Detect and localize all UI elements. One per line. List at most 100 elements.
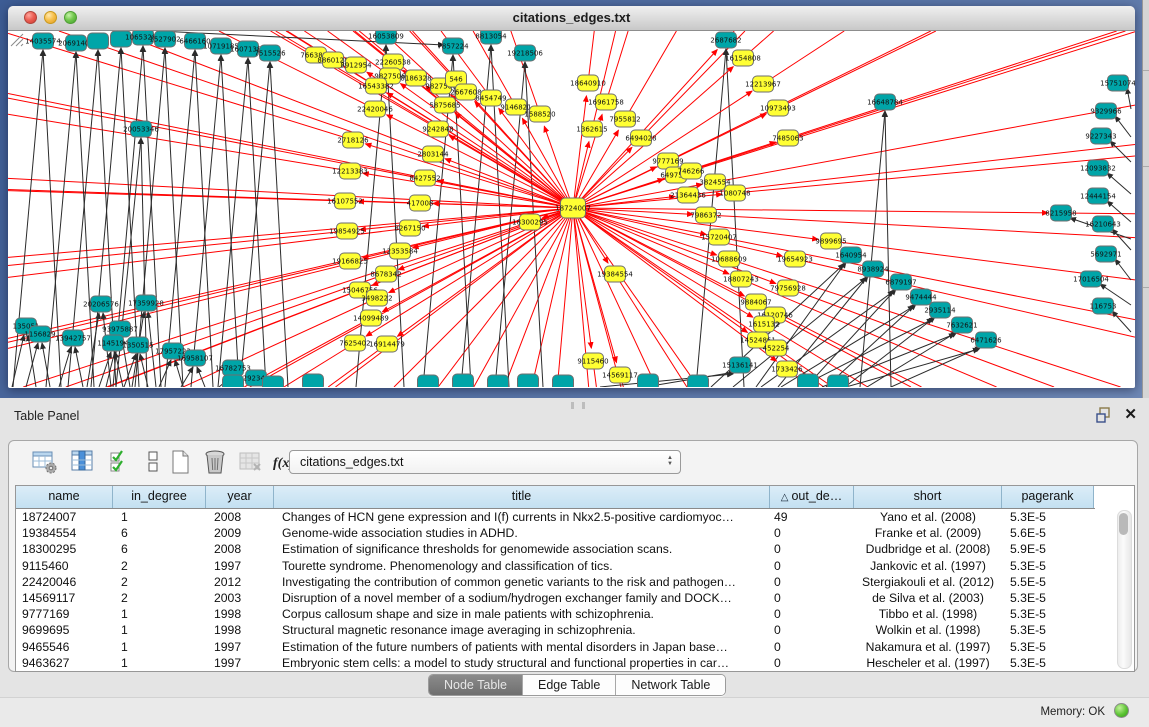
graph-node[interactable]: 8267150 (394, 220, 425, 236)
tab-node-table[interactable]: Node Table (429, 675, 522, 695)
graph-node[interactable] (688, 375, 709, 387)
table-row[interactable]: 2242004622012Investigating the contribut… (16, 574, 1134, 590)
graph-node[interactable]: 2718126 (337, 132, 369, 148)
minimize-window-button[interactable] (44, 11, 57, 24)
graph-node[interactable]: 9115460 (577, 353, 608, 369)
table-mode-icon[interactable] (31, 449, 59, 475)
float-panel-icon[interactable] (1096, 407, 1112, 423)
graph-node[interactable]: 12213967 (745, 76, 781, 92)
graph-node[interactable]: 452254 (763, 340, 790, 356)
graph-node[interactable]: 2687682 (710, 32, 741, 48)
citation-network-graph[interactable]: 1872400776638228860128891295422260538982… (8, 31, 1135, 387)
graph-node[interactable]: 7632621 (946, 317, 977, 333)
graph-node[interactable] (418, 375, 439, 387)
memory-status-indicator[interactable] (1114, 703, 1129, 718)
graph-node[interactable]: 19854925 (329, 223, 365, 239)
table-row[interactable]: 946362711997Embryonic stem cells: a mode… (16, 655, 1134, 671)
graph-node[interactable] (223, 375, 244, 387)
graph-node[interactable] (263, 376, 284, 387)
graph-node[interactable]: 14099489 (353, 310, 389, 326)
graph-node[interactable] (828, 375, 849, 387)
graph-node[interactable]: 17016504 (1073, 271, 1109, 287)
column-header-short[interactable]: short (854, 486, 1002, 508)
column-header-in_degree[interactable]: in_degree (113, 486, 206, 508)
table-row[interactable]: 969969511998Structural magnetic resonanc… (16, 622, 1134, 638)
graph-hub-node[interactable]: 18724007 (555, 198, 591, 218)
graph-node[interactable]: 1362615 (576, 121, 607, 137)
table-row[interactable]: 1938455462009Genome-wide association stu… (16, 525, 1134, 541)
table-row[interactable]: 977716911998Corpus callosum shape and si… (16, 606, 1134, 622)
graph-node[interactable] (798, 374, 819, 387)
graph-node[interactable]: 6879197 (885, 274, 916, 290)
graph-node[interactable]: 6494028 (625, 130, 656, 146)
graph-node[interactable]: 5692971 (1090, 246, 1121, 262)
tab-edge-table[interactable]: Edge Table (522, 675, 615, 695)
table-row[interactable]: 911546021997Tourette syndrome. Phenomeno… (16, 558, 1134, 574)
graph-node[interactable] (88, 33, 109, 49)
graph-node[interactable]: 7625402 (339, 335, 370, 351)
graph-node[interactable] (638, 374, 659, 387)
graph-node[interactable]: 9329966 (1090, 103, 1122, 119)
graph-node[interactable]: 16961758 (588, 94, 624, 110)
graph-node[interactable]: 15751074 (1100, 75, 1135, 91)
column-header-name[interactable]: name (16, 486, 113, 508)
close-panel-icon[interactable]: ✕ (1124, 407, 1137, 423)
graph-node[interactable]: 15720407 (701, 229, 737, 245)
tab-network-table[interactable]: Network Table (615, 675, 725, 695)
graph-node[interactable]: 19384554 (597, 266, 633, 282)
delete-table-icon[interactable] (237, 449, 265, 475)
resize-grip[interactable] (8, 31, 24, 47)
network-window-titlebar[interactable]: citations_edges.txt (8, 6, 1135, 31)
graph-node[interactable]: 8678342 (370, 266, 401, 282)
graph-node[interactable]: 13942757 (55, 330, 91, 346)
graph-node[interactable]: 16154808 (725, 50, 761, 66)
graph-node[interactable]: 417008 (407, 195, 434, 211)
scrollbar-thumb[interactable] (1119, 513, 1128, 535)
close-window-button[interactable] (24, 11, 37, 24)
graph-node[interactable]: 14569117 (602, 367, 638, 383)
network-canvas[interactable]: 1872400776638228860128891295422260538982… (8, 31, 1135, 387)
table-selector-dropdown[interactable]: citations_edges.txt ▲▼ (289, 450, 681, 474)
show-columns-icon[interactable] (69, 449, 97, 475)
graph-node[interactable]: 9227343 (1085, 128, 1116, 144)
table-row[interactable]: 1456911722003Disruption of a novel membe… (16, 590, 1134, 606)
zoom-window-button[interactable] (64, 11, 77, 24)
graph-node[interactable]: 746266 (678, 163, 705, 179)
graph-node[interactable]: 9899695 (815, 233, 846, 249)
graph-node[interactable]: 8427552 (409, 170, 440, 186)
graph-node[interactable]: 16210643 (1085, 216, 1121, 232)
table-scrollbar[interactable] (1117, 510, 1132, 669)
graph-node[interactable] (518, 374, 539, 387)
graph-node[interactable]: 19218506 (507, 45, 543, 61)
graph-node[interactable] (488, 375, 509, 387)
splitter-handle[interactable] (571, 402, 585, 409)
table-row[interactable]: 1830029562008Estimation of significance … (16, 541, 1134, 557)
graph-node[interactable]: 6471626 (970, 332, 1002, 348)
graph-node[interactable] (553, 375, 574, 387)
graph-node[interactable] (453, 374, 474, 387)
column-header-year[interactable]: year (206, 486, 274, 508)
graph-node[interactable]: 18640910 (570, 75, 606, 91)
graph-node[interactable]: 19654923 (777, 251, 813, 267)
rows-icon[interactable] (139, 449, 167, 475)
delete-column-icon[interactable] (201, 449, 229, 475)
graph-node[interactable]: 22420046 (357, 101, 393, 117)
graph-node[interactable]: 7955812 (609, 111, 640, 127)
select-columns-icon[interactable] (107, 449, 135, 475)
column-header-title[interactable]: title (274, 486, 770, 508)
graph-node[interactable]: 8813054 (475, 31, 507, 44)
graph-node[interactable]: 10688609 (711, 251, 747, 267)
graph-node[interactable]: 17359928 (128, 295, 164, 311)
column-header-out_de[interactable]: △out_de… (770, 486, 854, 508)
graph-node[interactable]: 20206576 (83, 296, 119, 312)
table-row[interactable]: 1872400712008Changes of HCN gene express… (16, 509, 1134, 525)
graph-node[interactable]: 12444154 (1080, 188, 1116, 204)
graph-node[interactable] (303, 374, 324, 387)
graph-node[interactable]: 14035574 (25, 33, 61, 49)
graph-node[interactable]: 16648784 (867, 94, 903, 110)
graph-node[interactable]: 116753 (1090, 298, 1117, 314)
graph-node[interactable]: 7857224 (437, 38, 469, 54)
graph-node[interactable]: 12093832 (1080, 160, 1116, 176)
new-column-icon[interactable] (167, 449, 195, 475)
table-row[interactable]: 946554611997Estimation of the future num… (16, 639, 1134, 655)
